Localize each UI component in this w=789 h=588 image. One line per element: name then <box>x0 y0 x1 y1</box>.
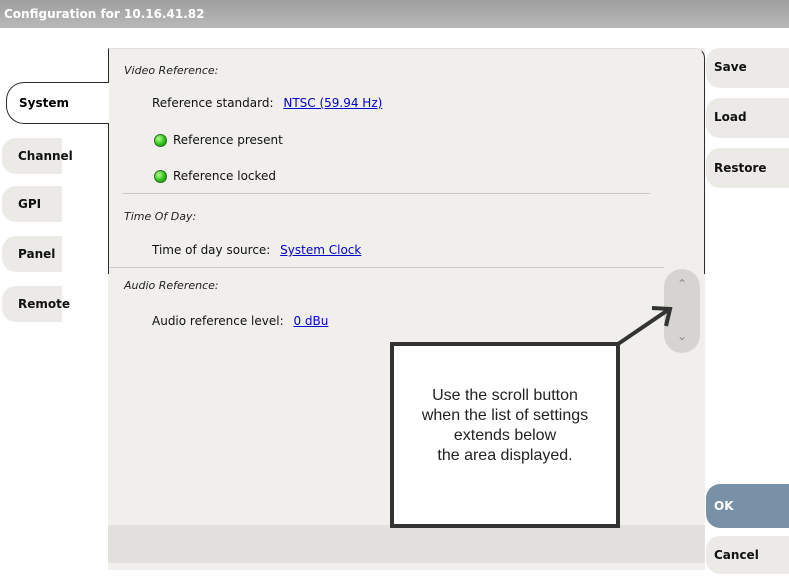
tab-system-label: System <box>19 96 69 110</box>
section-divider <box>110 267 664 268</box>
load-button-label: Load <box>714 110 747 124</box>
reference-locked-label: Reference locked <box>173 169 277 183</box>
time-of-day-heading: Time Of Day: <box>124 210 197 223</box>
cancel-button-label: Cancel <box>714 548 759 562</box>
restore-button[interactable]: Restore <box>706 148 789 188</box>
video-reference-heading: Video Reference: <box>124 64 219 77</box>
cancel-button[interactable]: Cancel <box>706 536 789 574</box>
callout-line: when the list of settings <box>421 407 589 424</box>
scroll-up-icon[interactable]: ⌃ <box>664 277 700 291</box>
window-title: Configuration for 10.16.41.82 <box>0 0 789 28</box>
reference-present-row: Reference present <box>154 133 283 147</box>
tab-system[interactable]: System <box>6 82 109 124</box>
reference-standard-row: Reference standard: NTSC (59.94 Hz) <box>152 96 382 110</box>
section-divider <box>122 193 650 194</box>
audio-reference-level-link[interactable]: 0 dBu <box>293 314 328 328</box>
tab-remote-label: Remote <box>18 297 71 311</box>
time-of-day-source-label: Time of day source: <box>152 243 271 257</box>
audio-reference-level-row: Audio reference level: 0 dBu <box>152 314 328 328</box>
tab-panel[interactable]: Panel <box>0 232 108 272</box>
tab-remote[interactable]: Remote <box>0 282 108 322</box>
tab-gpi-label: GPI <box>18 197 42 211</box>
save-button-label: Save <box>714 60 747 74</box>
load-button[interactable]: Load <box>706 98 789 138</box>
tab-panel-label: Panel <box>18 247 56 261</box>
callout-line: Use the scroll button <box>432 387 578 404</box>
audio-reference-heading: Audio Reference: <box>124 279 219 292</box>
callout-line: extends below <box>453 427 557 444</box>
panel-footer <box>108 525 705 563</box>
reference-locked-row: Reference locked <box>154 169 276 183</box>
ok-button-label: OK <box>714 499 734 513</box>
save-button[interactable]: Save <box>706 48 789 88</box>
reference-locked-led-icon <box>154 170 167 183</box>
reference-present-label: Reference present <box>173 133 283 147</box>
audio-reference-level-label: Audio reference level: <box>152 314 284 328</box>
tab-channel-label: Channel <box>18 149 73 163</box>
reference-standard-link[interactable]: NTSC (59.94 Hz) <box>283 96 382 110</box>
reference-standard-label: Reference standard: <box>152 96 274 110</box>
help-callout: Use the scroll button when the list of s… <box>390 342 620 528</box>
time-of-day-source-link[interactable]: System Clock <box>280 243 361 257</box>
reference-present-led-icon <box>154 134 167 147</box>
restore-button-label: Restore <box>714 161 767 175</box>
ok-button[interactable]: OK <box>706 484 789 528</box>
time-of-day-source-row: Time of day source: System Clock <box>152 243 361 257</box>
tab-gpi[interactable]: GPI <box>0 182 108 222</box>
tab-channel[interactable]: Channel <box>0 134 108 174</box>
callout-line: the area displayed. <box>437 447 573 464</box>
